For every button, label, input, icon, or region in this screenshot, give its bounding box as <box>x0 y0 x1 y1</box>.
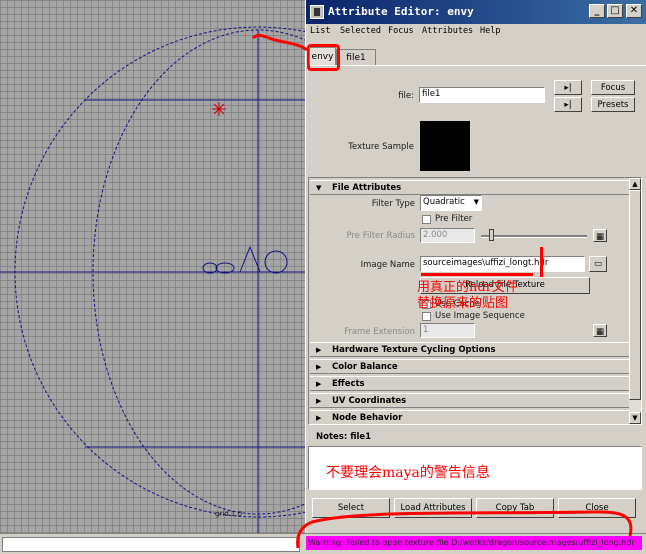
frame-extension-field[interactable]: 1 <box>420 323 475 338</box>
window-title: Attribute Editor: envy <box>328 5 474 18</box>
menu-help[interactable]: Help <box>480 26 500 36</box>
menu-focus[interactable]: Focus <box>388 26 414 36</box>
close-button[interactable]: ✕ <box>626 4 642 18</box>
checker-icon: ▦ <box>595 232 605 242</box>
frame-extension-label: Frame Extension <box>344 327 415 337</box>
menu-attributes[interactable]: Attributes <box>422 26 473 36</box>
menu-bar: List Selected Focus Attributes Help <box>306 25 646 39</box>
menu-selected[interactable]: Selected <box>340 26 381 36</box>
pre-filter-radius-label: Pre Filter Radius <box>346 231 415 241</box>
section-file-attributes[interactable]: ▼ File Attributes <box>310 180 629 195</box>
node-name-field[interactable]: file1 <box>419 87 545 103</box>
browse-folder-button[interactable]: ▭ <box>589 256 607 272</box>
presets-button[interactable]: Presets <box>591 97 635 112</box>
maya-window-icon <box>310 5 324 19</box>
texture-sample-swatch[interactable] <box>420 121 470 171</box>
command-line-input[interactable] <box>2 537 300 552</box>
attribute-scrollbar[interactable]: ▲ ▼ <box>629 178 641 424</box>
expand-triangle-icon: ▶ <box>316 414 322 422</box>
minimize-button[interactable]: _ <box>589 4 605 18</box>
folder-icon: ▭ <box>593 259 603 269</box>
scroll-thumb[interactable] <box>629 190 641 400</box>
dropdown-arrow-icon: ▼ <box>473 198 479 206</box>
filter-type-dropdown[interactable]: Quadratic ▼ <box>420 195 482 211</box>
output-connection-button[interactable]: ▸| <box>554 97 582 112</box>
slider-handle[interactable] <box>489 229 494 241</box>
annotation-arrow-stroke <box>251 33 308 52</box>
pre-filter-checkbox[interactable] <box>422 215 431 224</box>
focus-button[interactable]: Focus <box>591 80 635 95</box>
tab-file1[interactable]: file1 <box>336 49 376 65</box>
expand-triangle-icon: ▶ <box>316 346 322 354</box>
expand-triangle-icon: ▶ <box>316 397 322 405</box>
viewport-grid-label: grid 1.0 <box>215 510 243 518</box>
texture-sample-label: Texture Sample <box>348 142 414 152</box>
collapse-triangle-icon: ▼ <box>316 184 322 192</box>
cone-object <box>239 245 261 273</box>
image-name-field[interactable]: sourceimages\uffizi_longt.hdr <box>420 256 585 272</box>
file-node-label: file: <box>398 91 414 101</box>
pre-filter-radius-slider[interactable] <box>481 235 587 238</box>
pre-filter-radius-field[interactable]: 2.000 <box>420 228 475 243</box>
scroll-up-arrow-icon[interactable]: ▲ <box>629 178 641 190</box>
expand-triangle-icon: ▶ <box>316 363 322 371</box>
input-connection-button[interactable]: ▸| <box>554 80 582 95</box>
arrow-right-icon: ▸| <box>564 100 572 110</box>
title-bar[interactable]: Attribute Editor: envy _ □ ✕ <box>306 0 646 24</box>
annotation-notes-text: 不要理会maya的警告信息 <box>326 465 490 481</box>
use-image-sequence-checkbox[interactable] <box>422 312 431 321</box>
notes-label: Notes: file1 <box>316 432 372 442</box>
section-color-balance[interactable]: ▶ Color Balance <box>310 359 629 374</box>
annotation-underline-image-name <box>421 273 533 276</box>
scroll-down-arrow-icon[interactable]: ▼ <box>629 412 641 424</box>
filter-type-label: Filter Type <box>371 199 415 209</box>
expand-triangle-icon: ▶ <box>316 380 322 388</box>
section-hardware-texture-cycling[interactable]: ▶ Hardware Texture Cycling Options <box>310 342 629 357</box>
tab-envy[interactable]: envy <box>309 47 336 65</box>
section-effects[interactable]: ▶ Effects <box>310 376 629 391</box>
tab-divider <box>306 65 646 66</box>
sphere-object <box>264 250 288 274</box>
viewport-scene <box>0 26 305 533</box>
image-name-label: Image Name <box>360 260 415 270</box>
annotation-replace-text: 用真正的hdr文件 替换原来的贴图 <box>417 280 518 311</box>
light-icon <box>212 102 226 116</box>
section-uv-coordinates[interactable]: ▶ UV Coordinates <box>310 393 629 408</box>
maximize-button[interactable]: □ <box>607 4 623 18</box>
use-image-sequence-label: Use Image Sequence <box>435 311 525 321</box>
annotation-help-line-circle <box>296 510 633 549</box>
attribute-editor-window: Attribute Editor: envy _ □ ✕ List Select… <box>305 0 646 533</box>
arrow-left-icon: ▸| <box>564 83 572 93</box>
checker-icon: ▦ <box>595 327 605 337</box>
modeling-viewport[interactable]: grid 1.0 <box>0 0 305 533</box>
section-node-behavior[interactable]: ▶ Node Behavior <box>310 410 629 424</box>
annotation-bracket-image-name <box>540 247 543 277</box>
map-button-radius[interactable]: ▦ <box>593 229 607 242</box>
pre-filter-label: Pre Filter <box>435 214 473 224</box>
map-button-frame[interactable]: ▦ <box>593 324 607 337</box>
